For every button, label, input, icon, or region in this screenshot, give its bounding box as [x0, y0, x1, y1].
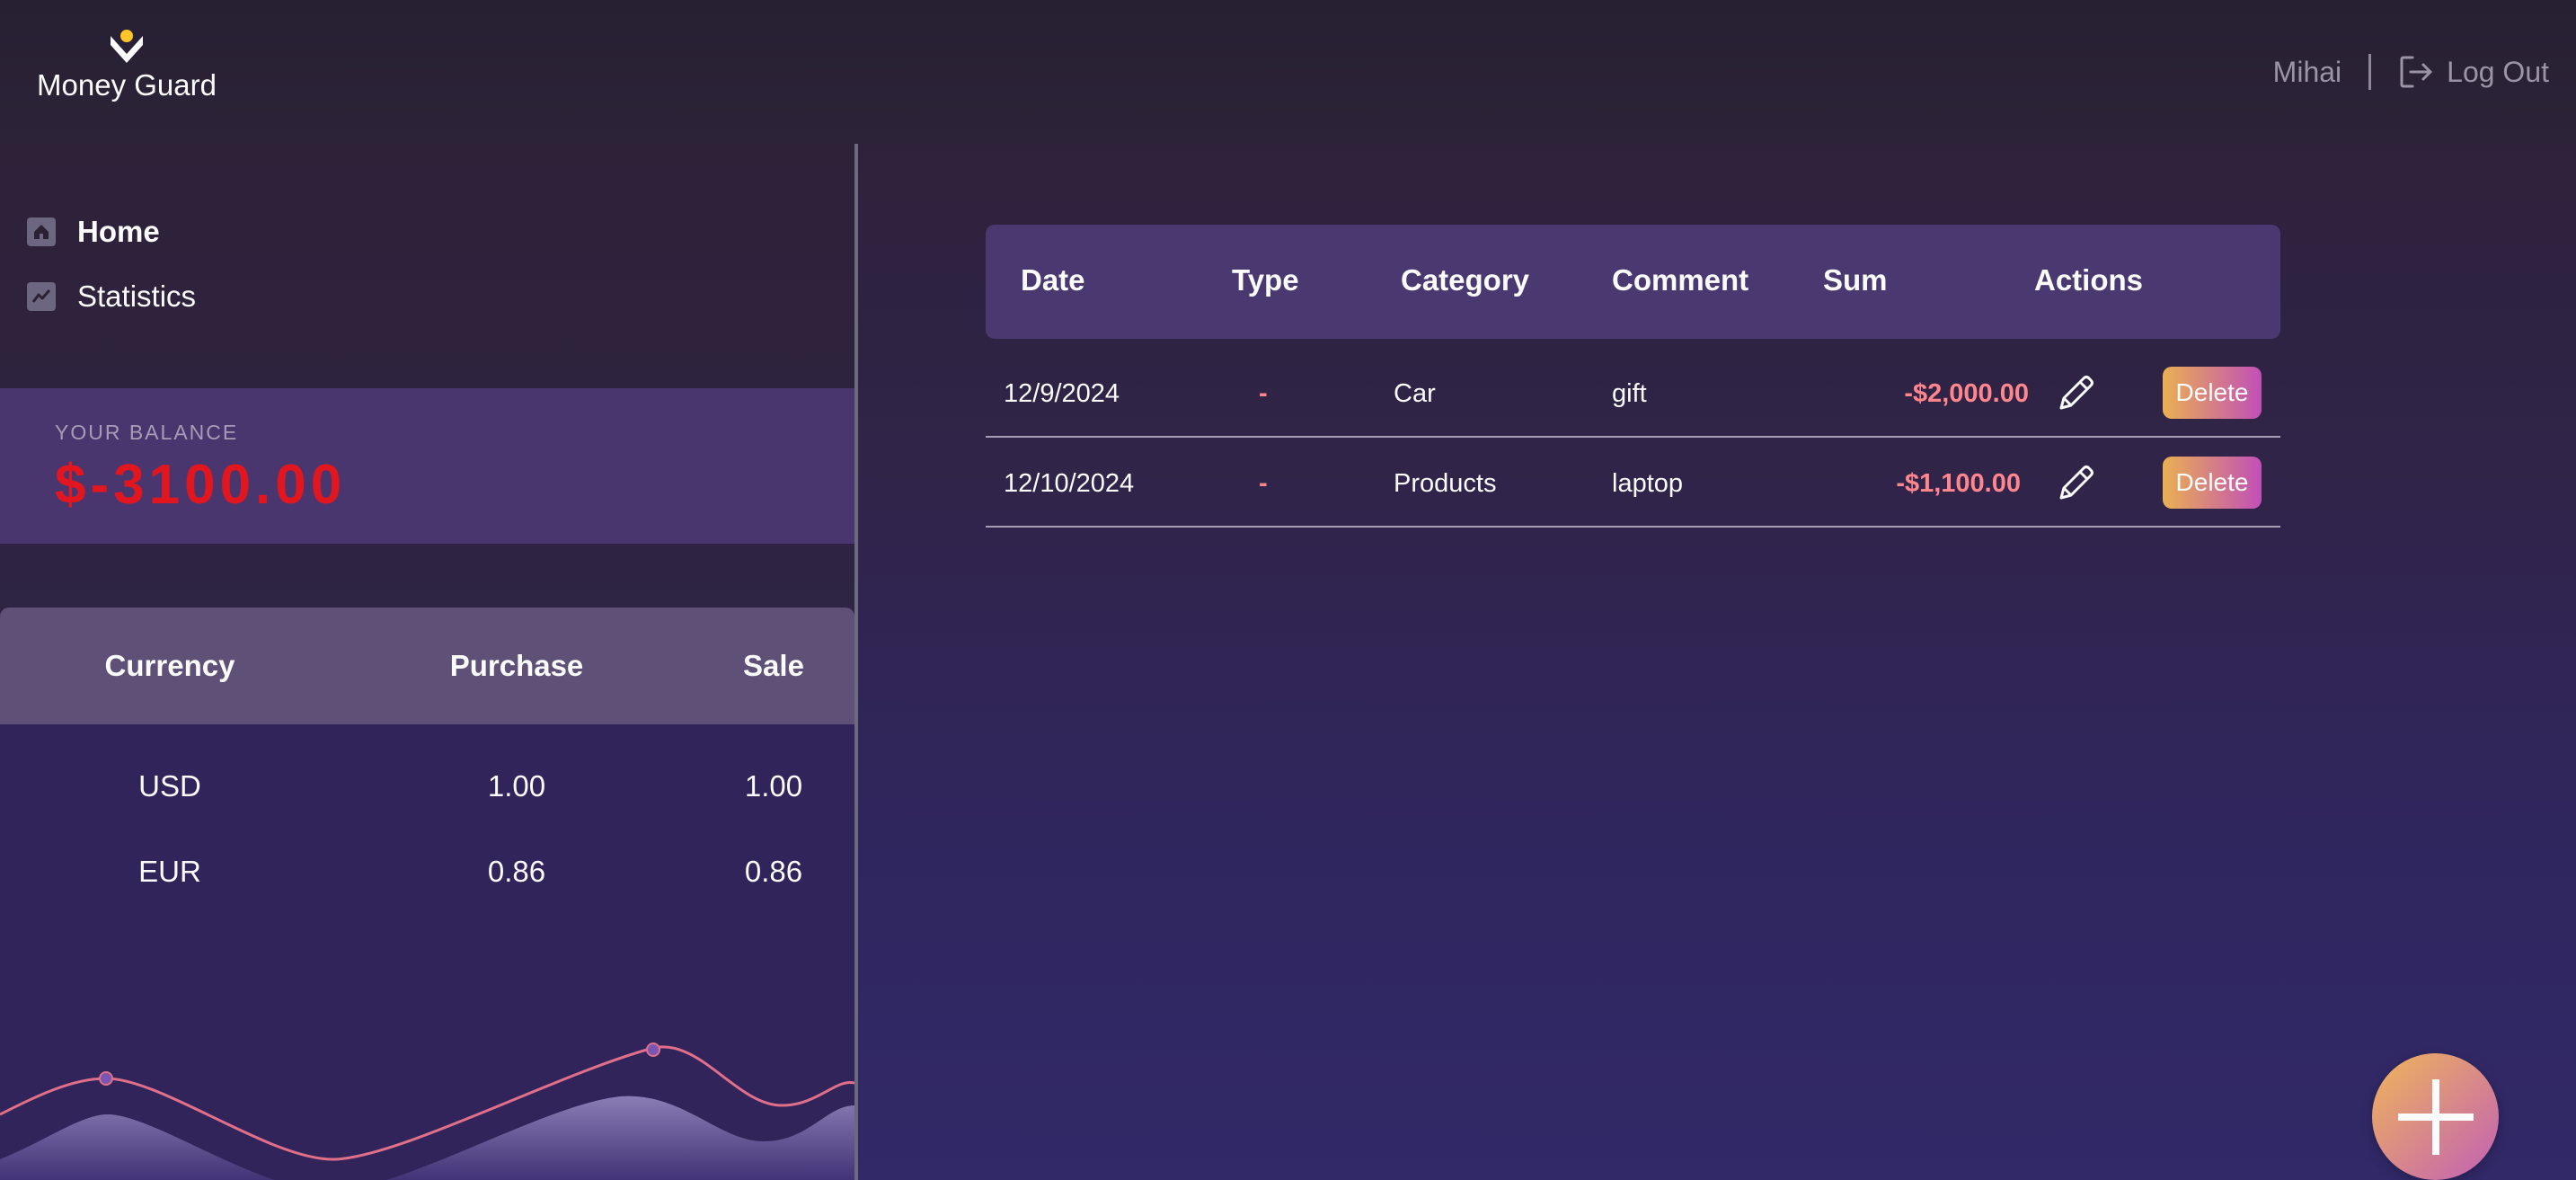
currency-sale: 0.86	[744, 855, 803, 888]
currency-table-header: Currency Purchase Sale	[0, 608, 854, 724]
add-transaction-button[interactable]	[2372, 1053, 2499, 1180]
table-row: 12/9/2024 - Car gift -$2,000.00 Delete	[986, 348, 2280, 438]
column-header-currency: Currency	[104, 649, 235, 682]
user-area: Mihai Log Out	[2273, 52, 2549, 92]
column-header-sale: Sale	[743, 649, 804, 682]
currency-sale: 1.00	[744, 769, 803, 803]
column-header-date: Date	[1021, 263, 1085, 297]
column-header-sum: Sum	[1823, 263, 1888, 297]
column-header-purchase: Purchase	[449, 649, 584, 682]
column-header-comment: Comment	[1612, 263, 1749, 297]
pencil-icon	[2059, 466, 2094, 500]
delete-button[interactable]: Delete	[2163, 367, 2262, 419]
edit-button[interactable]	[2056, 462, 2097, 503]
sidebar-divider	[854, 144, 858, 1180]
home-icon	[27, 217, 56, 246]
balance-label: YOUR BALANCE	[55, 421, 239, 444]
transaction-comment: laptop	[1612, 469, 1684, 498]
edit-button[interactable]	[2056, 372, 2097, 413]
transaction-sum: -$2,000.00	[1904, 379, 2029, 408]
currency-table: Currency Purchase Sale USD 1.00 1.00 EUR…	[0, 608, 854, 1180]
user-separator	[2368, 54, 2372, 90]
currency-row: USD 1.00 1.00	[0, 760, 854, 814]
column-header-type: Type	[1232, 263, 1299, 297]
table-row: 12/10/2024 - Products laptop -$1,100.00 …	[986, 438, 2280, 528]
transactions-table-header: Date Type Category Comment Sum Actions	[986, 225, 2280, 339]
sidebar-item-label: Home	[77, 215, 160, 248]
currency-row: EUR 0.86 0.86	[0, 846, 854, 900]
column-header-actions: Actions	[2034, 263, 2144, 297]
transaction-category: Products	[1394, 469, 1497, 498]
transaction-sum: -$1,100.00	[1896, 469, 2021, 498]
chart-icon	[27, 282, 56, 311]
logout-button[interactable]: Log Out	[2398, 54, 2549, 90]
sidebar-item-label: Statistics	[77, 279, 197, 313]
transaction-date: 12/10/2024	[1004, 469, 1135, 498]
money-guard-logo-icon	[111, 30, 143, 63]
column-header-category: Category	[1401, 263, 1530, 297]
currency-wave-decoration	[0, 1042, 854, 1180]
app-header: Money Guard Mihai Log Out	[0, 0, 2576, 144]
balance-value: $-3100.00	[55, 454, 347, 516]
plus-icon	[2397, 1078, 2474, 1155]
app-name: Money Guard	[37, 68, 217, 102]
sidebar-nav: Home Statistics	[27, 215, 197, 345]
currency-purchase: 1.00	[487, 769, 546, 803]
transaction-comment: gift	[1612, 379, 1647, 408]
transaction-type: -	[1259, 379, 1268, 408]
app-logo[interactable]: Money Guard	[32, 27, 221, 102]
username: Mihai	[2272, 55, 2342, 88]
currency-code: USD	[138, 769, 201, 803]
currency-purchase: 0.86	[487, 855, 546, 888]
sidebar: Home Statistics YOUR BALANCE $-3100.00 C…	[0, 144, 856, 1180]
sidebar-item-home[interactable]: Home	[27, 215, 196, 248]
logout-label: Log Out	[2447, 55, 2549, 88]
balance-card: YOUR BALANCE $-3100.00	[0, 388, 854, 544]
delete-button[interactable]: Delete	[2163, 457, 2262, 509]
currency-code: EUR	[138, 855, 201, 888]
transaction-category: Car	[1394, 379, 1436, 408]
logout-icon	[2400, 56, 2432, 88]
sidebar-item-statistics[interactable]: Statistics	[27, 279, 197, 313]
pencil-icon	[2059, 376, 2094, 410]
transaction-type: -	[1259, 469, 1268, 498]
transaction-date: 12/9/2024	[1004, 379, 1120, 408]
